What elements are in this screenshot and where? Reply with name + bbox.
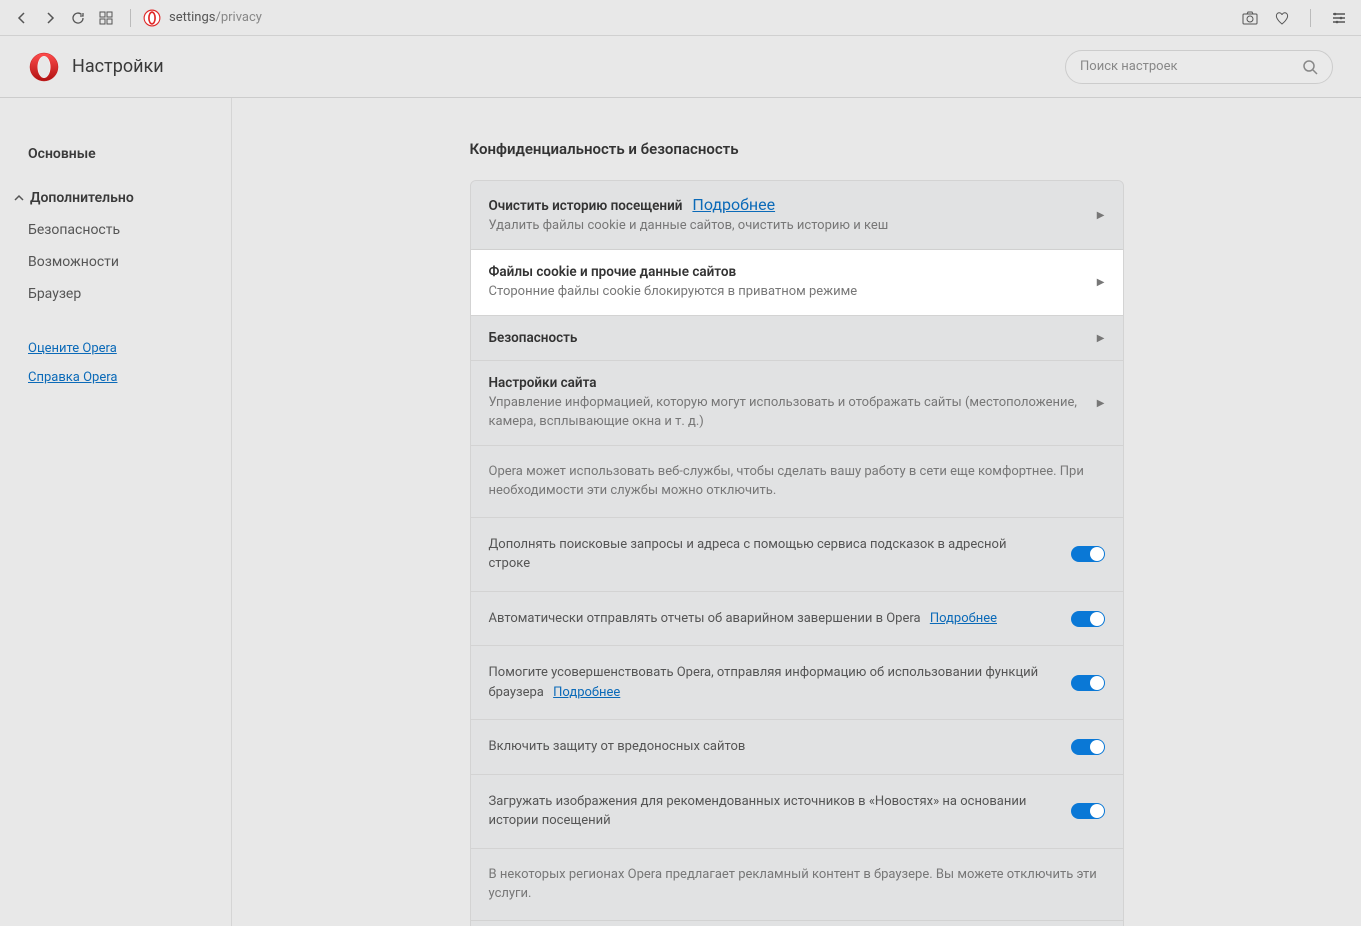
sidebar-item-basic[interactable]: Основные	[0, 138, 231, 170]
toggle-usage-stats[interactable]	[1071, 675, 1105, 691]
search-icon	[1302, 59, 1318, 75]
sidebar-item-advanced[interactable]: Дополнительно	[0, 182, 231, 214]
heart-button[interactable]	[1270, 6, 1294, 30]
menu-button[interactable]	[1327, 6, 1351, 30]
option-autocomplete: Дополнять поисковые запросы и адреса с п…	[471, 518, 1123, 592]
browser-toolbar: settings/privacy	[0, 0, 1361, 36]
site-settings-row[interactable]: Настройки сайта Управление информацией, …	[471, 361, 1123, 445]
opera-icon	[143, 9, 161, 27]
security-row[interactable]: Безопасность ▶	[471, 316, 1123, 361]
option-crash-reports: Автоматически отправлять отчеты об авари…	[471, 592, 1123, 647]
snapshot-button[interactable]	[1238, 6, 1262, 30]
toggle-news-images[interactable]	[1071, 803, 1105, 819]
url-path: /privacy	[215, 10, 261, 25]
option-malware-label: Включить защиту от вредоносных сайтов	[489, 739, 746, 754]
search-input[interactable]	[1080, 59, 1302, 74]
sidebar-link-help[interactable]: Справка Opera	[0, 363, 231, 392]
web-services-info: Opera может использовать веб-службы, что…	[471, 446, 1123, 518]
toggle-crash-reports[interactable]	[1071, 611, 1105, 627]
settings-header: Настройки	[0, 36, 1361, 98]
chevron-up-icon	[14, 190, 24, 206]
sidebar-item-features[interactable]: Возможности	[0, 246, 231, 278]
main-content: Конфиденциальность и безопасность Очисти…	[232, 98, 1361, 926]
url-prefix: settings	[169, 10, 215, 25]
cookies-row[interactable]: Файлы cookie и прочие данные сайтов Стор…	[471, 250, 1123, 316]
forward-button[interactable]	[38, 6, 62, 30]
chevron-right-icon: ▶	[1097, 210, 1105, 221]
sidebar-link-rate[interactable]: Оцените Opera	[0, 334, 231, 363]
page-title: Настройки	[72, 56, 164, 77]
reload-button[interactable]	[66, 6, 90, 30]
clear-history-link[interactable]: Подробнее	[692, 195, 775, 214]
speed-dial-button[interactable]	[94, 6, 118, 30]
sidebar-features-label: Возможности	[28, 254, 119, 270]
option-usage-link[interactable]: Подробнее	[553, 685, 620, 700]
option-ad-notifications: Отображать рекламные уведомления	[471, 921, 1123, 926]
option-malware-protection: Включить защиту от вредоносных сайтов	[471, 720, 1123, 775]
cookies-subtitle: Сторонние файлы cookie блокируются в при…	[489, 283, 1085, 301]
clear-history-title: Очистить историю посещений	[489, 198, 683, 214]
chevron-right-icon: ▶	[1097, 333, 1105, 344]
toggle-autocomplete[interactable]	[1071, 546, 1105, 562]
toggle-malware-protection[interactable]	[1071, 739, 1105, 755]
toolbar-divider-right	[1310, 9, 1311, 27]
privacy-card-group: Очистить историю посещений Подробнее Уда…	[470, 180, 1124, 926]
site-settings-title: Настройки сайта	[489, 375, 1085, 391]
site-settings-subtitle: Управление информацией, которую могут ис…	[489, 394, 1085, 430]
option-news-images: Загружать изображения для рекомендованны…	[471, 775, 1123, 849]
sidebar-browser-label: Браузер	[28, 286, 81, 302]
option-autocomplete-label: Дополнять поисковые запросы и адреса с п…	[489, 537, 1007, 572]
sidebar-advanced-label: Дополнительно	[30, 190, 134, 206]
sidebar-rate-label: Оцените Opera	[28, 341, 117, 356]
option-crash-label: Автоматически отправлять отчеты об авари…	[489, 611, 921, 626]
opera-logo	[28, 51, 60, 83]
security-title: Безопасность	[489, 330, 1085, 346]
option-usage-stats: Помогите усовершенствовать Opera, отправ…	[471, 646, 1123, 720]
ad-content-info: В некоторых регионах Opera предлагает ре…	[471, 849, 1123, 921]
sidebar-security-label: Безопасность	[28, 222, 120, 238]
clear-history-row[interactable]: Очистить историю посещений Подробнее Уда…	[471, 181, 1123, 250]
section-title: Конфиденциальность и безопасность	[470, 140, 1124, 158]
url-bar[interactable]: settings/privacy	[143, 9, 262, 27]
option-news-label: Загружать изображения для рекомендованны…	[489, 794, 1027, 829]
cookies-title: Файлы cookie и прочие данные сайтов	[489, 264, 1085, 280]
sidebar-basic-label: Основные	[28, 146, 96, 162]
sidebar-help-label: Справка Opera	[28, 370, 117, 385]
sidebar-item-security[interactable]: Безопасность	[0, 214, 231, 246]
sidebar-item-browser[interactable]: Браузер	[0, 278, 231, 310]
clear-history-subtitle: Удалить файлы cookie и данные сайтов, оч…	[489, 217, 1085, 235]
back-button[interactable]	[10, 6, 34, 30]
chevron-right-icon: ▶	[1097, 277, 1105, 288]
chevron-right-icon: ▶	[1097, 398, 1105, 409]
toolbar-divider	[130, 9, 131, 27]
option-crash-link[interactable]: Подробнее	[930, 611, 997, 626]
search-box[interactable]	[1065, 50, 1333, 84]
sidebar: Основные Дополнительно Безопасность Возм…	[0, 98, 232, 926]
